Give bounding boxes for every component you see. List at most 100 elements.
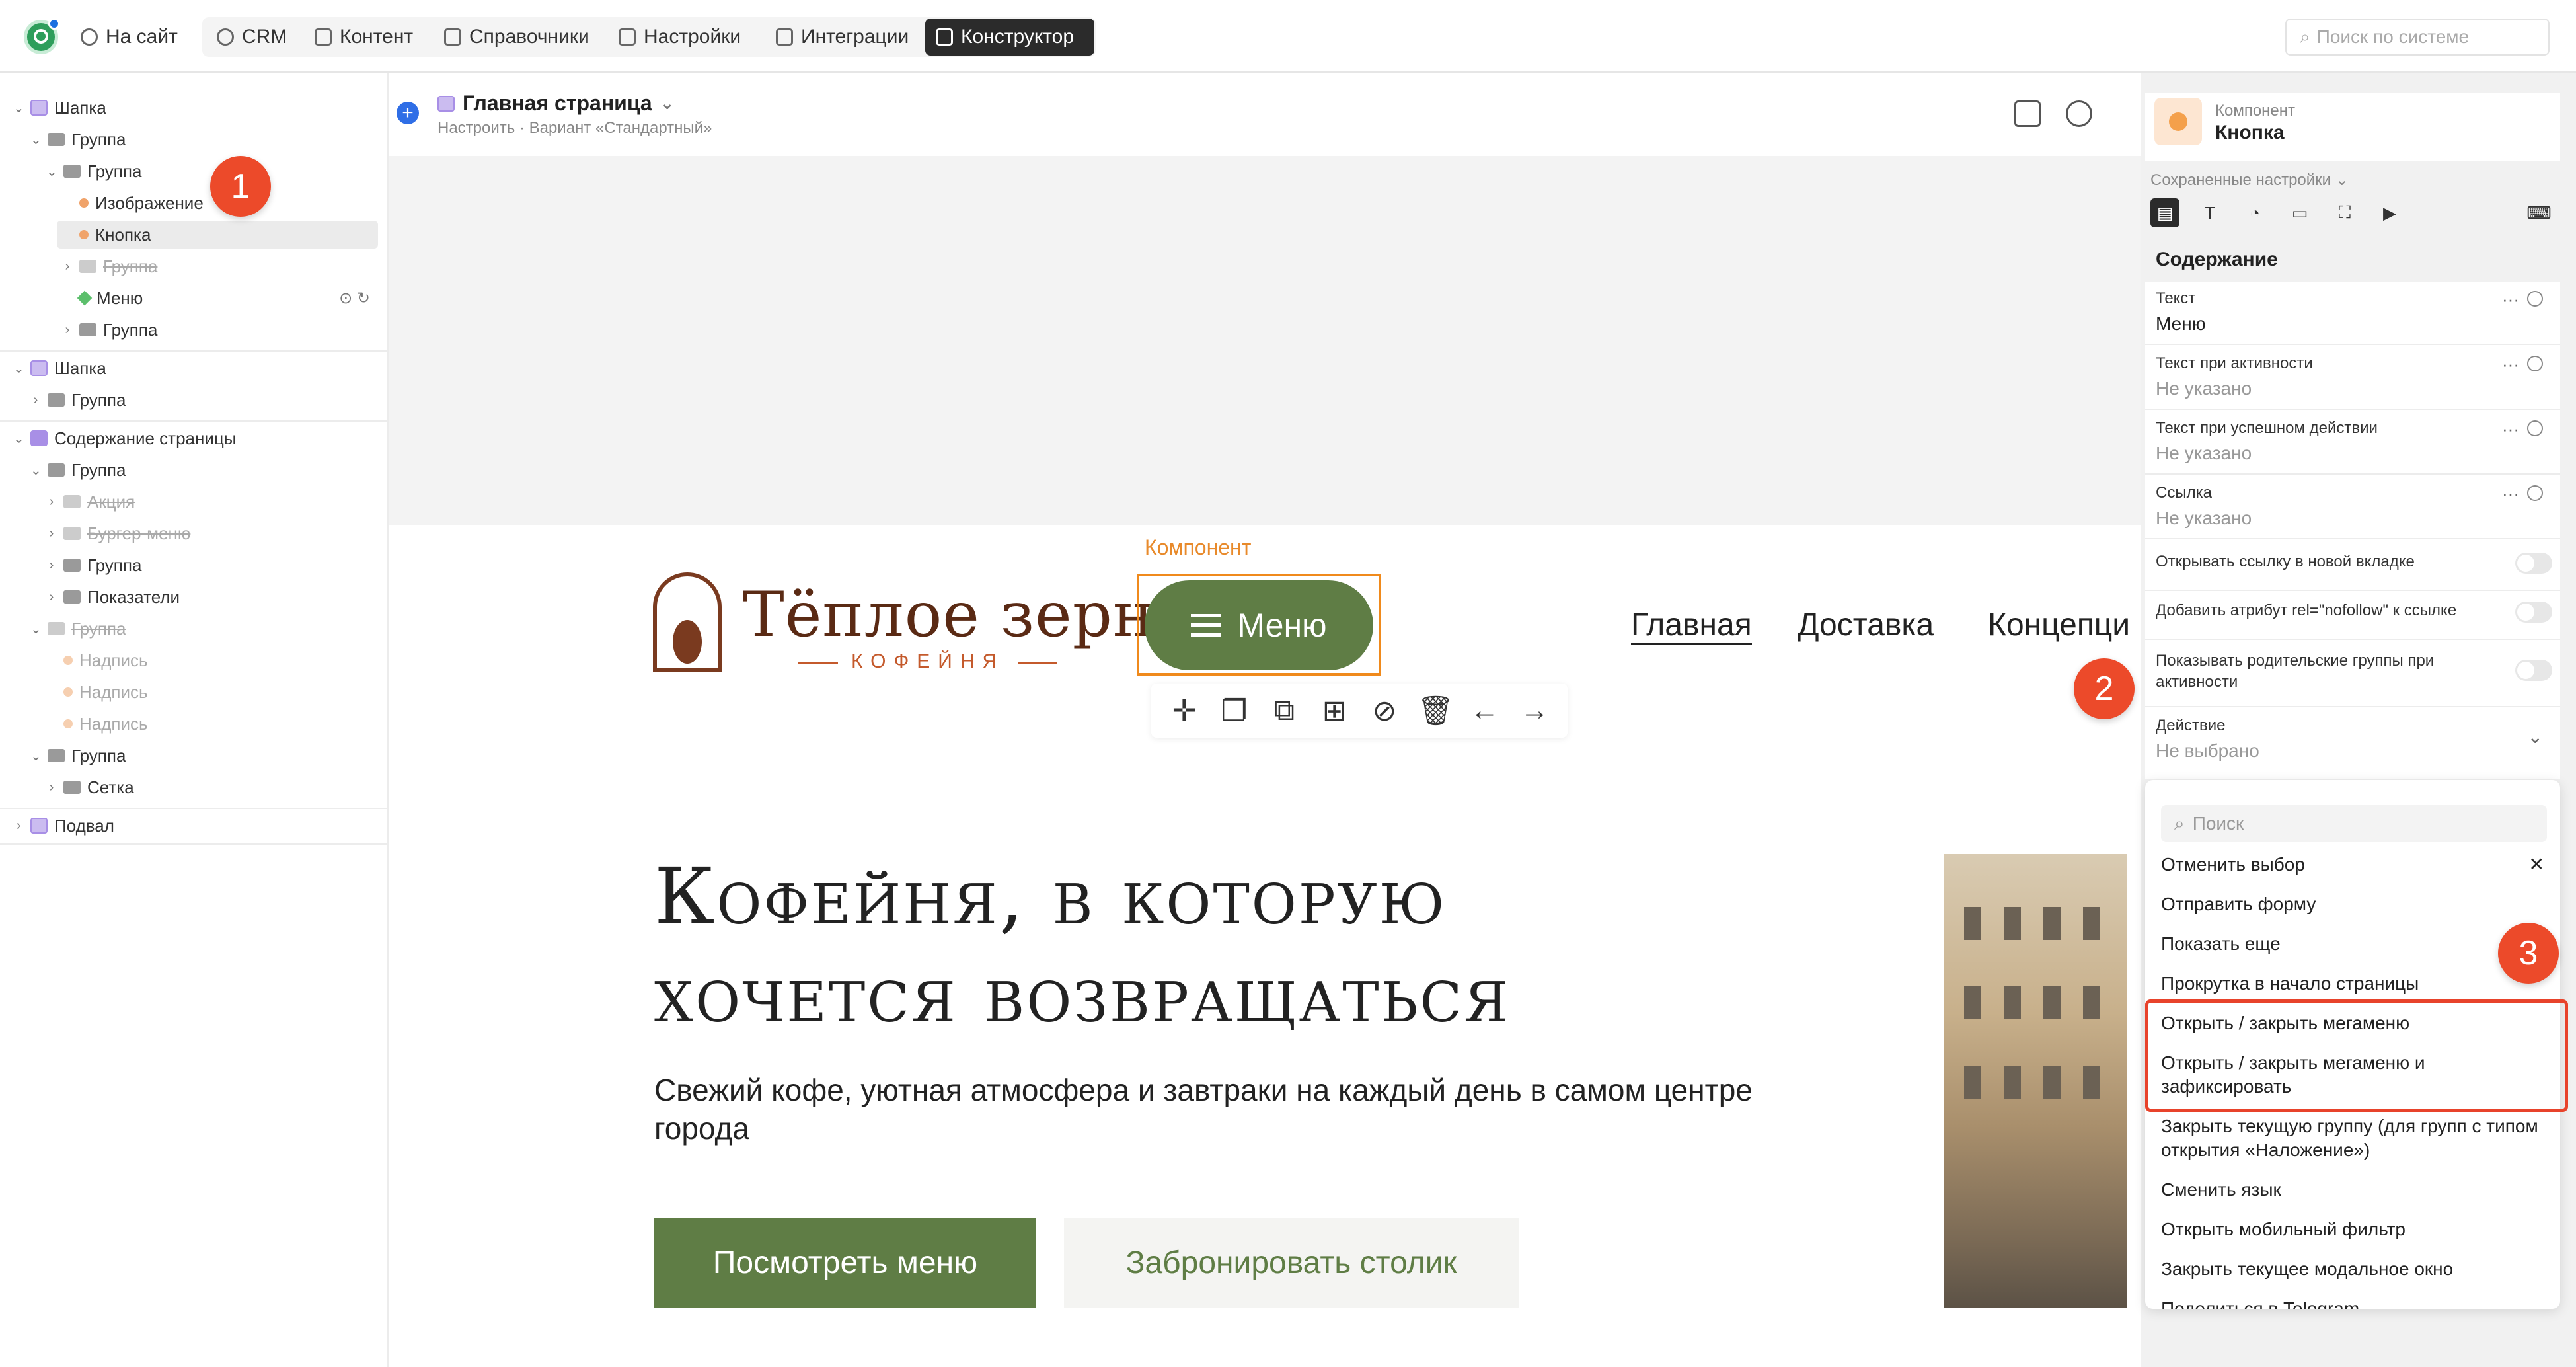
tree-node-header-2[interactable]: ⌄ Шапка [13,354,106,382]
field-action[interactable]: Действие Не выбрано ⌄ [2156,717,2552,762]
tree-node-group[interactable]: › Группа [46,551,142,579]
saved-settings-dropdown[interactable]: Сохраненные настройки ⌄ [2150,171,2349,190]
nav-directories[interactable]: Справочники [434,19,600,56]
field-text-success[interactable]: Текст при успешном действии Не указано ··· [2156,419,2552,464]
tree-node-button-selected[interactable]: Кнопка [57,221,378,249]
tree-node-group-hidden[interactable]: ⌄ Группа [30,615,126,643]
tree-node-group[interactable]: ⌄ Группа [30,126,126,153]
toggle-parent-groups[interactable]: Показывать родительские группы при актив… [2156,650,2552,691]
site-nav-delivery[interactable]: Доставка [1798,607,1934,643]
chevron-right-icon[interactable]: › [62,259,73,274]
size-tab-icon[interactable]: ⛶ [2330,198,2359,227]
tree-node-indicators[interactable]: › Показатели [46,583,180,611]
option-scroll-top[interactable]: Прокрутка в начало страницы [2161,972,2544,996]
preview-icon[interactable] [2014,100,2041,127]
tree-node-burger-hidden[interactable]: › Бургер-меню [46,520,191,547]
link-sync-icon[interactable]: ⊙ ↻ [339,289,370,308]
text-tab-icon[interactable]: T [2195,198,2224,227]
system-search-input[interactable]: ⌕ Поиск по системе [2285,19,2550,56]
tree-node-label[interactable]: Надпись [63,646,148,674]
nav-to-site[interactable]: На сайт [70,19,188,56]
chevron-down-icon[interactable]: ⌄ [30,462,42,479]
option-cancel[interactable]: Отменить выбор ✕ [2161,853,2544,877]
chevron-right-icon[interactable]: › [46,494,57,510]
tree-node-promo-hidden[interactable]: › Акция [46,488,135,516]
site-nav-concept[interactable]: Концепци [1988,607,2141,643]
chevron-right-icon[interactable]: › [46,526,57,541]
box-tab-icon[interactable]: ▭ [2285,198,2314,227]
tree-node-page-content[interactable]: ⌄ Содержание страницы [13,424,236,452]
tree-node-group[interactable]: ⌄ Группа [30,742,126,769]
add-block-button[interactable]: + [397,102,419,124]
more-icon[interactable]: ··· [2502,484,2519,504]
chevron-down-icon[interactable]: ⌄ [13,360,24,377]
tree-node-group[interactable]: › Группа [30,386,126,414]
field-link[interactable]: Ссылка Не указано ··· [2156,484,2552,529]
tree-node-group[interactable]: ⌄ Группа [30,456,126,484]
nav-settings[interactable]: Настройки [608,19,751,56]
chevron-right-icon[interactable]: › [30,393,41,408]
chevron-right-icon[interactable]: › [46,590,57,605]
tree-node-label[interactable]: Надпись [63,678,148,706]
option-show-more[interactable]: Показать еще [2161,932,2544,956]
new-tab-toggle[interactable] [2515,553,2552,574]
code-tab-icon[interactable]: ⌨ [2524,198,2554,227]
dropdown-search-input[interactable]: ⌕ Поиск [2161,805,2547,842]
download-icon[interactable] [2527,356,2543,371]
toggle-new-tab[interactable]: Открывать ссылку в новой вкладке [2156,553,2552,576]
chevron-down-icon[interactable]: ⌄ [30,132,42,148]
tree-node-grid[interactable]: › Сетка [46,773,134,801]
more-icon[interactable]: ··· [2502,290,2519,310]
app-logo-icon[interactable] [24,18,60,54]
parent-groups-toggle[interactable] [2515,660,2552,681]
field-text-active[interactable]: Текст при активности Не указано ··· [2156,354,2552,399]
chevron-right-icon[interactable]: › [46,558,57,573]
hide-icon[interactable]: ⊘ [1367,694,1402,728]
content-tab-icon[interactable]: ▤ [2150,198,2179,227]
option-submit-form[interactable]: Отправить форму [2161,892,2544,916]
option-close-modal[interactable]: Закрыть текущее модальное окно [2161,1257,2544,1281]
chevron-down-icon[interactable]: ⌄ [46,163,57,180]
copy-icon[interactable]: ❐ [1217,694,1252,728]
option-change-language[interactable]: Сменить язык [2161,1178,2544,1202]
view-menu-button[interactable]: Посмотреть меню [654,1218,1036,1308]
tree-node-menu[interactable]: Меню ⊙ ↻ [77,284,370,312]
animation-tab-icon[interactable]: ▶ [2375,198,2404,227]
nav-integrations[interactable]: Интеграции [765,19,919,56]
nav-content[interactable]: Контент [304,19,424,56]
duplicate-icon[interactable]: ⧉ [1267,694,1301,727]
chevron-down-icon[interactable]: ⌄ [2528,726,2543,748]
arrow-right-icon[interactable]: → [1517,694,1552,727]
chevron-down-icon[interactable]: ⌄ [13,430,24,447]
more-icon[interactable]: ··· [2502,354,2519,375]
arrow-left-icon[interactable]: ← [1467,694,1501,727]
chevron-down-icon[interactable]: ⌄ [30,621,42,637]
close-icon[interactable]: ✕ [2529,853,2544,877]
chevron-right-icon[interactable]: › [46,780,57,795]
option-close-group[interactable]: Закрыть текущую группу (для групп с типо… [2161,1114,2544,1162]
move-icon[interactable]: ✛ [1167,694,1201,728]
option-mobile-filter[interactable]: Открыть мобильный фильтр [2161,1218,2544,1241]
open-external-icon[interactable] [2066,100,2092,127]
nav-crm[interactable]: CRM [206,19,297,56]
download-icon[interactable] [2527,485,2543,501]
tree-node-group[interactable]: ⌄ Группа [46,157,141,185]
field-text[interactable]: Текст Меню ··· [2156,290,2552,334]
copy-add-icon[interactable]: ⊞ [1317,694,1351,728]
style-tab-icon[interactable]: ◔ [2240,198,2269,227]
tree-node-group[interactable]: › Группа [62,316,158,344]
book-table-button[interactable]: Забронировать столик [1064,1218,1519,1308]
tree-node-group-hidden[interactable]: › Группа [62,253,158,280]
trash-icon[interactable]: 🗑 [1418,693,1455,728]
site-nav-home[interactable]: Главная [1631,607,1752,645]
toggle-nofollow[interactable]: Добавить атрибут rel="nofollow" к ссылке [2156,602,2552,625]
download-icon[interactable] [2527,291,2543,307]
page-selector[interactable]: Главная страница ⌄ [437,91,675,116]
chevron-right-icon[interactable]: › [13,818,24,834]
more-icon[interactable]: ··· [2502,419,2519,440]
menu-button[interactable]: Меню [1145,580,1373,670]
page-subtitle[interactable]: Настроить · Вариант «Стандартный» [437,119,712,137]
tree-node-image[interactable]: Изображение [79,189,204,217]
tree-node-label[interactable]: Надпись [63,710,148,738]
chevron-right-icon[interactable]: › [62,323,73,338]
